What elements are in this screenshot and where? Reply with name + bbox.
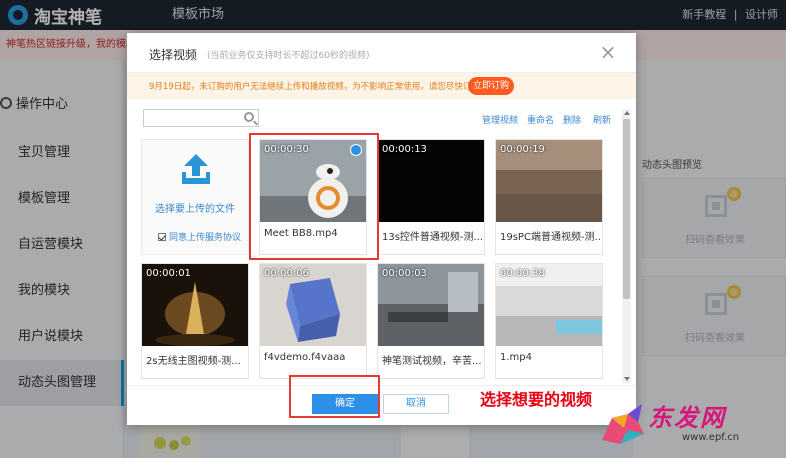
dialog-hint: (当前业务仅支持时长不超过60秒的视频) [207, 51, 370, 61]
video-duration: 00:00:06 [264, 268, 309, 279]
refresh-link[interactable]: 刷新 [593, 113, 611, 126]
annotation-text: 选择想要的视频 [480, 390, 593, 409]
cancel-button[interactable]: 取消 [383, 394, 449, 414]
video-duration: 00:00:19 [500, 144, 545, 155]
watermark: 东发网 www.epf.cn [598, 398, 784, 454]
upload-card[interactable]: 选择要上传的文件 同意上传服务协议 [141, 139, 249, 255]
video-card[interactable]: 00:00:13 13s控件普通视频-测... [377, 139, 485, 255]
video-name: 神笔测试视频，辛苦... [382, 356, 482, 367]
video-card[interactable]: 00:00:38 1.mp4 [495, 263, 603, 379]
grid-scrollbar[interactable] [622, 109, 631, 383]
watermark-url: www.epf.cn [682, 432, 740, 443]
video-name: 13s控件普通视频-测... [382, 232, 482, 243]
video-grid: 选择要上传的文件 同意上传服务协议 00:00:30 Meet BB8.mp4 [141, 139, 617, 379]
video-thumbnail: 00:00:03 [378, 264, 484, 346]
video-card[interactable]: 00:00:19 19sPC端普通视频-测... [495, 139, 603, 255]
scroll-down-icon[interactable] [624, 377, 630, 381]
video-toolbar: 管理视频 重命名 删除 刷新 [127, 105, 636, 129]
video-duration: 00:00:38 [500, 268, 545, 279]
search-icon[interactable] [244, 112, 254, 122]
rename-link[interactable]: 重命名 [527, 113, 554, 126]
scroll-thumb[interactable] [623, 119, 630, 299]
selected-video-highlight [249, 133, 379, 260]
subscribe-now-button[interactable]: 立即订购 [468, 77, 514, 95]
video-thumbnail: 00:00:06 [260, 264, 366, 346]
video-duration: 00:00:01 [146, 268, 191, 279]
video-thumbnail: 00:00:13 [378, 140, 484, 222]
select-video-dialog: 选择视频 (当前业务仅支持时长不超过60秒的视频) × 9月19日起，未订购的用… [127, 33, 636, 425]
video-thumbnail: 00:00:38 [496, 264, 602, 346]
search-input[interactable] [143, 109, 259, 127]
delete-link[interactable]: 删除 [563, 113, 581, 126]
confirm-highlight [289, 375, 380, 418]
agree-checkbox-row[interactable]: 同意上传服务协议 [158, 230, 241, 243]
video-card[interactable]: 00:00:03 神笔测试视频，辛苦... [377, 263, 485, 379]
tip-text: 9月19日起，未订购的用户无法继续上传和播放视频，为不影响正常使用，请您尽快订购… [149, 82, 489, 92]
dialog-header: 选择视频 (当前业务仅支持时长不超过60秒的视频) × [127, 33, 636, 73]
choose-file-label[interactable]: 选择要上传的文件 [142, 200, 248, 215]
video-duration: 00:00:13 [382, 144, 427, 155]
manage-videos-link[interactable]: 管理视频 [482, 113, 518, 126]
video-card[interactable]: 00:00:01 2s无线主图视频-测... [141, 263, 249, 379]
agree-checkbox[interactable] [158, 233, 166, 241]
scroll-up-icon[interactable] [624, 111, 630, 115]
watermark-animal-icon [602, 404, 644, 444]
upload-icon [182, 154, 210, 184]
video-duration: 00:00:03 [382, 268, 427, 279]
dialog-title: 选择视频 [149, 48, 198, 62]
video-card[interactable]: 00:00:06 f4vdemo.f4vaaa [259, 263, 367, 379]
video-name: 1.mp4 [500, 352, 532, 363]
video-name: 19sPC端普通视频-测... [500, 232, 600, 243]
close-icon[interactable]: × [597, 41, 619, 63]
video-name: f4vdemo.f4vaaa [264, 352, 346, 363]
subscription-tip: 9月19日起，未订购的用户无法继续上传和播放视频，为不影响正常使用，请您尽快订购… [127, 73, 636, 99]
agree-label[interactable]: 同意上传服务协议 [169, 233, 241, 243]
video-name: 2s无线主图视频-测... [146, 356, 241, 367]
video-thumbnail: 00:00:01 [142, 264, 248, 346]
watermark-text: 东发网 [648, 403, 726, 432]
video-thumbnail: 00:00:19 [496, 140, 602, 222]
